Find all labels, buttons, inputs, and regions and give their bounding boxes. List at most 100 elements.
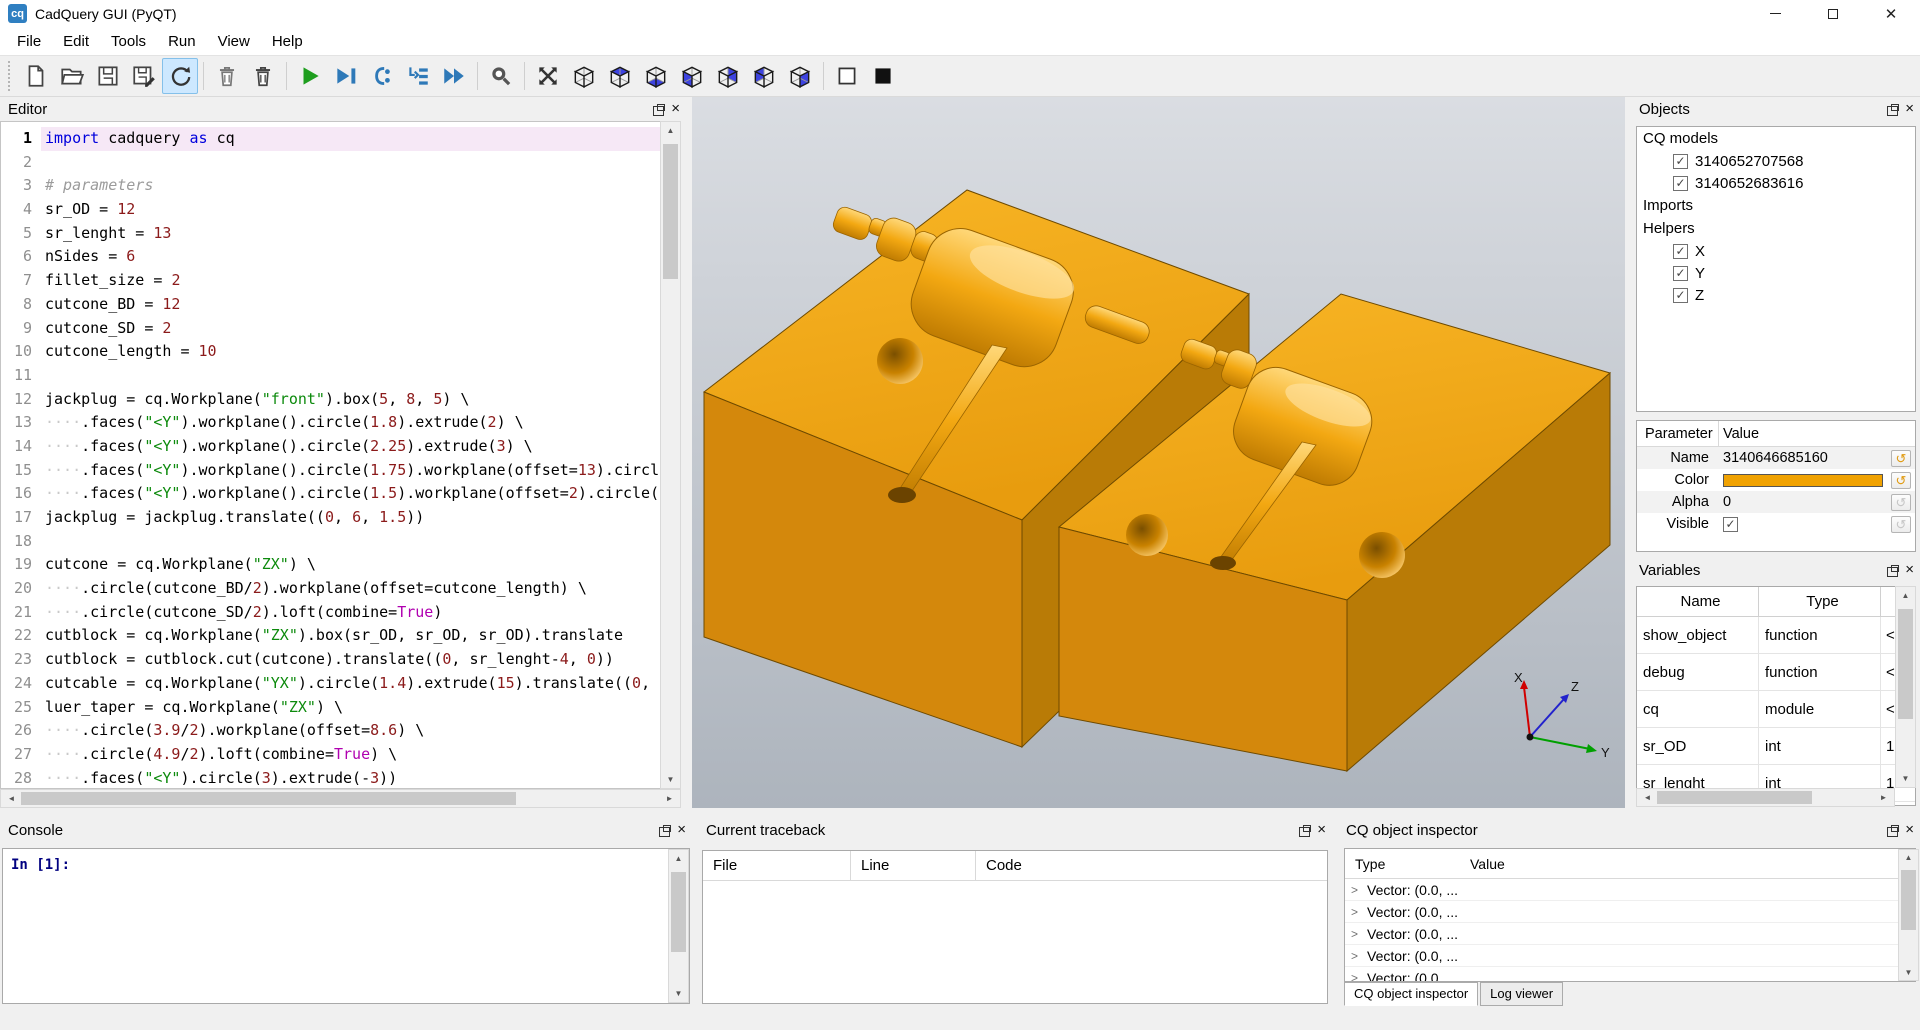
code-line[interactable]: 11 [1,364,660,388]
variable-row[interactable]: sr_ODint12 [1637,728,1915,765]
menu-edit[interactable]: Edit [52,29,100,54]
property-value[interactable]: ✓ [1719,517,1891,532]
scroll-up-icon[interactable]: ▲ [669,854,688,863]
code-line[interactable]: 10cutcone_length = 10 [1,340,660,364]
scroll-right-icon[interactable]: ► [1875,789,1892,806]
expand-chevron-icon[interactable]: > [1351,883,1361,897]
menu-tools[interactable]: Tools [100,29,157,54]
view-iso-button[interactable] [566,58,602,94]
code-line[interactable]: 6nSides = 6 [1,245,660,269]
step-into-button[interactable] [400,58,436,94]
code-line[interactable]: 28····.faces("<Y").circle(3).extrude(-3)… [1,767,660,789]
open-file-button[interactable] [54,58,90,94]
tree-item[interactable]: ✓3140652683616 [1637,172,1915,194]
variable-row[interactable]: show_objectfunction<f [1637,617,1915,654]
3d-viewport[interactable]: X Z Y [692,97,1625,808]
scroll-up-icon[interactable]: ▲ [1899,853,1918,862]
menu-help[interactable]: Help [261,29,314,54]
code-line[interactable]: 13····.faces("<Y").workplane().circle(1.… [1,411,660,435]
view-right-button[interactable] [782,58,818,94]
editor-close-icon[interactable]: × [671,103,680,115]
undo-button[interactable]: ↺ [1891,516,1911,533]
expand-chevron-icon[interactable]: > [1351,971,1361,983]
property-value[interactable]: 0 [1719,494,1891,510]
console-vscroll-thumb[interactable] [671,872,686,952]
code-line[interactable]: 5sr_lenght = 13 [1,222,660,246]
variables-float-icon[interactable] [1887,565,1899,576]
variables-vscroll-thumb[interactable] [1898,609,1913,719]
checkbox[interactable]: ✓ [1673,176,1688,191]
minimize-button[interactable] [1746,0,1804,27]
clear-objects-button[interactable] [209,58,245,94]
code-line[interactable]: 8cutcone_BD = 12 [1,293,660,317]
checkbox[interactable]: ✓ [1723,517,1738,532]
tree-group-helpers[interactable]: Helpers [1637,217,1915,240]
scroll-down-icon[interactable]: ▼ [1899,968,1918,977]
code-line[interactable]: 21····.circle(cutcone_SD/2).loft(combine… [1,601,660,625]
code-line[interactable]: 2 [1,151,660,175]
code-line[interactable]: 15····.faces("<Y").workplane().circle(1.… [1,459,660,483]
undo-button[interactable]: ↺ [1891,494,1911,511]
code-line[interactable]: 4sr_OD = 12 [1,198,660,222]
checkbox[interactable]: ✓ [1673,244,1688,259]
scroll-right-icon[interactable]: ► [661,790,678,807]
inspector-row[interactable]: >Vector: (0.0, ... [1345,967,1915,982]
new-file-button[interactable] [18,58,54,94]
property-value[interactable] [1719,474,1891,487]
variables-hscrollbar[interactable]: ◄ ► [1636,788,1895,807]
objects-close-icon[interactable]: × [1905,103,1914,115]
scroll-left-icon[interactable]: ◄ [1639,789,1656,806]
inspector-row[interactable]: >Vector: (0.0, ... [1345,945,1915,967]
inspector-row[interactable]: >Vector: (0.0, ... [1345,901,1915,923]
expand-chevron-icon[interactable]: > [1351,927,1361,941]
code-line[interactable]: 17jackplug = jackplug.translate((0, 6, 1… [1,506,660,530]
menu-run[interactable]: Run [157,29,207,54]
toggle-wireframe-button[interactable] [829,58,865,94]
inspector-vscrollbar[interactable]: ▲ ▼ [1898,849,1919,981]
save-as-button[interactable] [126,58,162,94]
variables-hscroll-thumb[interactable] [1657,791,1812,804]
fit-view-button[interactable] [530,58,566,94]
code-line[interactable]: 7fillet_size = 2 [1,269,660,293]
scroll-down-icon[interactable]: ▼ [661,775,680,784]
tab-log-viewer[interactable]: Log viewer [1480,982,1563,1006]
checkbox[interactable]: ✓ [1673,288,1688,303]
editor-vscroll-thumb[interactable] [663,144,678,279]
code-line[interactable]: 14····.faces("<Y").workplane().circle(2.… [1,435,660,459]
traceback-float-icon[interactable] [1299,825,1311,836]
code-line[interactable]: 26····.circle(3.9/2).workplane(offset=8.… [1,719,660,743]
code-line[interactable]: 18 [1,530,660,554]
scroll-down-icon[interactable]: ▼ [1896,774,1915,783]
undo-button[interactable]: ↺ [1891,472,1911,489]
color-swatch[interactable] [1723,474,1883,487]
inspector-close-icon[interactable]: × [1905,824,1914,836]
view-front-button[interactable] [674,58,710,94]
toolbar-handle[interactable] [8,61,13,91]
inspector-row[interactable]: >Vector: (0.0, ... [1345,923,1915,945]
view-bottom-button[interactable] [638,58,674,94]
debug-button[interactable] [328,58,364,94]
code-line[interactable]: 24cutcable = cq.Workplane("YX").circle(1… [1,672,660,696]
scroll-up-icon[interactable]: ▲ [1896,591,1915,600]
checkbox[interactable]: ✓ [1673,266,1688,281]
continue-button[interactable] [436,58,472,94]
traceback-close-icon[interactable]: × [1317,824,1326,836]
variable-row[interactable]: cqmodule<m [1637,691,1915,728]
editor-vscrollbar[interactable]: ▲ ▼ [660,121,681,789]
tree-item[interactable]: ✓Z [1637,284,1915,306]
code-line[interactable]: 25luer_taper = cq.Workplane("ZX") \ [1,696,660,720]
menu-file[interactable]: File [6,29,52,54]
delete-objects-button[interactable] [245,58,281,94]
inspect-object-button[interactable] [483,58,519,94]
code-line[interactable]: 9cutcone_SD = 2 [1,317,660,341]
property-value[interactable]: 3140646685160 [1719,450,1891,466]
inspector-row[interactable]: >Vector: (0.0, ... [1345,879,1915,901]
code-line[interactable]: 3# parameters [1,174,660,198]
console-float-icon[interactable] [659,825,671,836]
code-line[interactable]: 19cutcone = cq.Workplane("ZX") \ [1,553,660,577]
variables-vscrollbar[interactable]: ▲ ▼ [1895,586,1916,788]
code-line[interactable]: 16····.faces("<Y").workplane().circle(1.… [1,482,660,506]
tree-item[interactable]: ✓X [1637,240,1915,262]
scroll-up-icon[interactable]: ▲ [661,126,680,135]
inspector-float-icon[interactable] [1887,825,1899,836]
